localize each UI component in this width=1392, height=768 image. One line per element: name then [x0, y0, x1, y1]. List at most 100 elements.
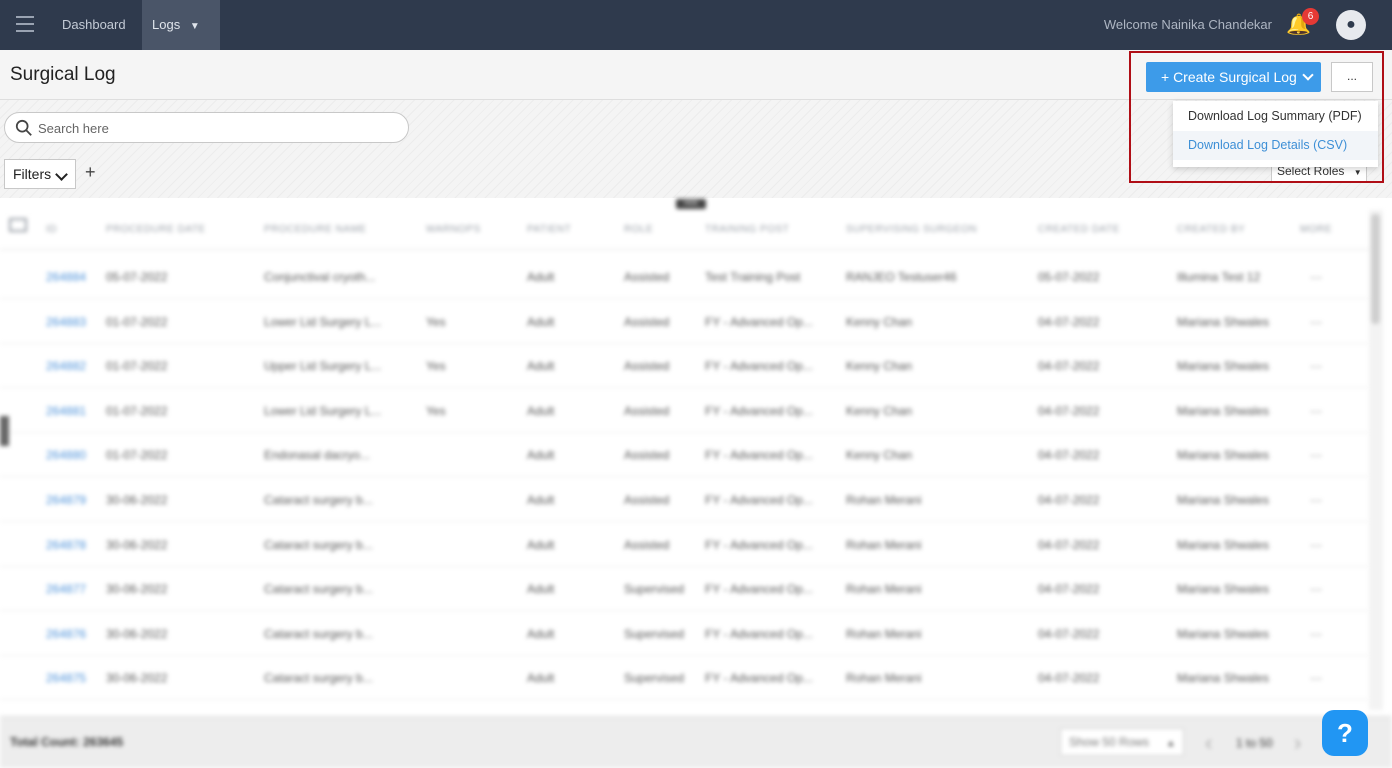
side-tab[interactable] — [0, 416, 9, 446]
cell-created-date: 04-07-2022 — [1038, 626, 1100, 641]
cell-role: Assisted — [624, 537, 670, 552]
column-header[interactable]: TRAINING POST — [705, 224, 789, 235]
hamburger-menu-icon[interactable] — [16, 16, 34, 32]
cell-created-date: 04-07-2022 — [1038, 493, 1100, 507]
cell-patient: Adult — [527, 671, 555, 686]
table-row[interactable] — [0, 523, 1368, 567]
cell-id[interactable]: 264880 — [46, 448, 86, 462]
column-header[interactable]: WARNOPS — [426, 224, 481, 235]
cell-procedure-date: 30-06-2022 — [106, 626, 168, 641]
previous-page-icon[interactable]: ‹ — [1205, 730, 1212, 756]
table-row[interactable] — [0, 389, 1368, 433]
rows-per-page-select[interactable]: Show 50 Rows ▲ — [1060, 728, 1184, 756]
help-button[interactable]: ? — [1322, 710, 1368, 756]
cell-supervising-surgeon: RANJEO Testuser46 — [846, 270, 957, 284]
row-more-icon[interactable]: ··· — [1310, 359, 1322, 373]
cell-patient: Adult — [527, 359, 555, 374]
row-more-icon[interactable]: ··· — [1310, 315, 1322, 329]
welcome-text: Welcome Nainika Chandekar — [1103, 17, 1272, 32]
cell-procedure-name: Cataract surgery b... — [264, 537, 373, 552]
cell-role: Assisted — [624, 493, 670, 507]
row-more-icon[interactable]: ··· — [1310, 270, 1322, 284]
page-indicator: 1 to 50 — [1236, 736, 1273, 750]
row-more-icon[interactable]: ··· — [1310, 671, 1322, 685]
column-header[interactable]: CREATED DATE — [1038, 224, 1120, 235]
cell-id[interactable]: 264879 — [46, 493, 86, 507]
cell-id[interactable]: 264876 — [46, 627, 86, 641]
cell-id[interactable]: 264875 — [46, 671, 86, 685]
cell-patient: Adult — [527, 314, 555, 329]
cell-created-date: 04-07-2022 — [1038, 403, 1100, 418]
search-input[interactable]: Search here — [4, 112, 409, 143]
cell-supervising-surgeon: Kenny Chan — [846, 314, 913, 329]
cell-created-by: Mariana Shwales — [1177, 582, 1270, 597]
cell-supervising-surgeon: Kenny Chan — [846, 403, 913, 418]
cell-id[interactable]: 264881 — [46, 404, 86, 418]
row-more-icon[interactable]: ··· — [1310, 627, 1322, 641]
cell-created-date: 04-07-2022 — [1038, 537, 1100, 552]
nav-logs-label: Logs — [152, 17, 181, 32]
nav-logs[interactable]: Logs ▼ — [142, 0, 220, 50]
select-all-checkbox[interactable] — [9, 218, 27, 232]
add-filter-button[interactable]: + — [85, 162, 96, 183]
cell-procedure-name: Lower Lid Surgery L... — [264, 403, 382, 418]
cell-training-post: FY - Advanced Op... — [705, 493, 813, 507]
row-more-icon[interactable]: ··· — [1310, 538, 1322, 552]
table-row[interactable] — [0, 433, 1368, 478]
cell-supervising-surgeon: Rohan Merani — [846, 671, 922, 686]
cell-created-by: Mariana Shwales — [1177, 448, 1270, 463]
cell-id[interactable]: 264877 — [46, 582, 86, 596]
row-more-icon[interactable]: ··· — [1310, 448, 1322, 462]
row-more-icon[interactable]: ··· — [1310, 582, 1322, 596]
next-page-icon[interactable]: › — [1294, 730, 1301, 756]
avatar[interactable]: ● — [1336, 10, 1366, 40]
cell-training-post: FY - Advanced Op... — [705, 448, 813, 463]
cell-created-date: 04-07-2022 — [1038, 582, 1100, 597]
cell-id[interactable]: 264882 — [46, 359, 86, 373]
column-header[interactable]: ROLE — [624, 224, 653, 235]
cell-procedure-name: Cataract surgery b... — [264, 493, 373, 507]
cell-procedure-name: Cataract surgery b... — [264, 582, 373, 597]
cell-created-date: 04-07-2022 — [1038, 448, 1100, 463]
column-header[interactable]: PROCEDURE NAME — [264, 224, 367, 235]
column-header[interactable]: PATIENT — [527, 224, 571, 235]
table-row[interactable] — [0, 300, 1368, 344]
total-count: Total Count: 263645 — [10, 735, 124, 749]
filters-button[interactable]: Filters — [4, 159, 76, 189]
cell-created-by: Illumina Test 12 — [1177, 270, 1261, 284]
highlight-annotation-box — [1129, 51, 1384, 183]
cell-created-by: Mariana Shwales — [1177, 314, 1270, 329]
scrollbar-thumb[interactable] — [1371, 214, 1380, 324]
cell-role: Assisted — [624, 270, 670, 284]
table-row[interactable] — [0, 478, 1368, 522]
cell-training-post: FY - Advanced Op... — [705, 314, 813, 329]
cell-created-by: Mariana Shwales — [1177, 493, 1270, 507]
cell-procedure-date: 30-06-2022 — [106, 493, 168, 507]
cell-id[interactable]: 264878 — [46, 538, 86, 552]
cell-procedure-date: 30-06-2022 — [106, 537, 168, 552]
rows-per-page-label: Show 50 Rows — [1069, 735, 1150, 749]
cell-warnops: Yes — [426, 359, 446, 374]
cell-supervising-surgeon: Rohan Merani — [846, 537, 922, 552]
column-header[interactable]: ID — [46, 224, 57, 235]
column-header[interactable]: PROCEDURE DATE — [106, 224, 206, 235]
cell-id[interactable]: 264883 — [46, 315, 86, 329]
column-header[interactable]: SUPERVISING SURGEON — [846, 224, 977, 235]
hide-columns-toggle[interactable]: HIDE — [676, 199, 706, 209]
cell-procedure-name: Cataract surgery b... — [264, 626, 373, 641]
cell-warnops: Yes — [426, 403, 446, 418]
cell-supervising-surgeon: Rohan Merani — [846, 493, 922, 507]
cell-created-by: Mariana Shwales — [1177, 359, 1270, 374]
column-header[interactable]: CREATED BY — [1177, 224, 1245, 235]
page-title: Surgical Log — [10, 64, 116, 85]
cell-procedure-name: Endonasal dacryo... — [264, 448, 371, 463]
nav-dashboard[interactable]: Dashboard — [62, 0, 126, 50]
row-more-icon[interactable]: ··· — [1310, 493, 1322, 507]
row-more-icon[interactable]: ··· — [1310, 404, 1322, 418]
table-row[interactable] — [0, 255, 1368, 299]
search-placeholder: Search here — [38, 121, 109, 136]
cell-procedure-date: 01-07-2022 — [106, 314, 168, 329]
cell-created-by: Mariana Shwales — [1177, 403, 1270, 418]
table-row[interactable] — [0, 344, 1368, 389]
cell-id[interactable]: 264884 — [46, 270, 86, 284]
